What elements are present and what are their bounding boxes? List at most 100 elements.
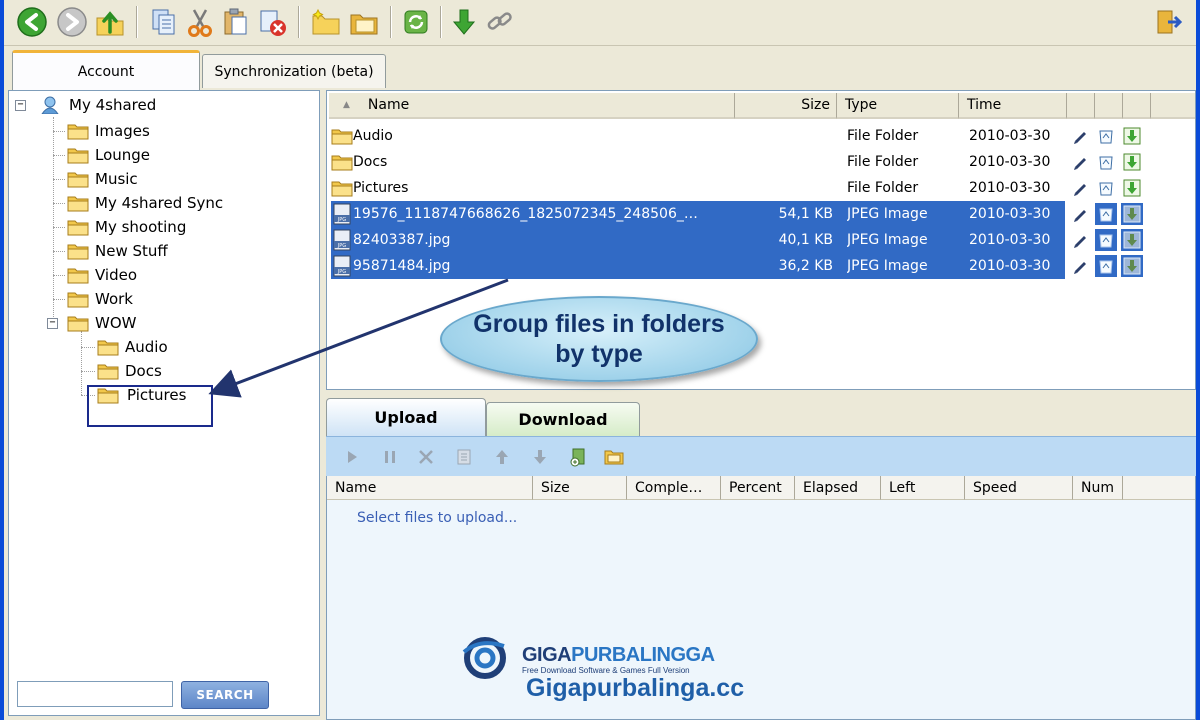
file-name-cell: JPG 82403387.jpg — [331, 227, 731, 253]
tree-item-music[interactable]: Music — [67, 168, 138, 190]
queue-header-num[interactable]: Num — [1073, 476, 1123, 500]
tree-item-my-shooting[interactable]: My shooting — [67, 216, 186, 238]
share-icon[interactable] — [1095, 125, 1117, 147]
queue-header-complete[interactable]: Comple… — [627, 476, 721, 500]
edit-pencil-icon[interactable] — [1069, 255, 1091, 277]
tree-item-my-4shared-sync[interactable]: My 4shared Sync — [67, 192, 223, 214]
tree-item-new-stuff[interactable]: New Stuff — [67, 240, 168, 262]
column-header-share[interactable] — [1095, 93, 1123, 119]
edit-pencil-icon[interactable] — [1069, 177, 1091, 199]
file-name-cell: Audio — [331, 123, 731, 149]
column-header-name[interactable]: ▲ Name — [329, 93, 735, 119]
tree-item-root[interactable]: My 4shared — [39, 94, 156, 116]
download-file-icon[interactable] — [1121, 255, 1143, 277]
queue-header-elapsed[interactable]: Elapsed — [795, 476, 881, 500]
forward-icon[interactable] — [54, 4, 90, 40]
remove-icon[interactable] — [414, 445, 438, 469]
new-folder-icon[interactable] — [308, 4, 344, 40]
folder-icon — [331, 155, 353, 171]
column-header-download[interactable] — [1123, 93, 1151, 119]
queue-header-name[interactable]: Name — [327, 476, 533, 500]
move-up-icon[interactable] — [490, 445, 514, 469]
queue-header-speed[interactable]: Speed — [965, 476, 1073, 500]
download-file-icon[interactable] — [1121, 151, 1143, 173]
tab-synchronization[interactable]: Synchronization (beta) — [202, 54, 386, 88]
tree-item-wow[interactable]: WOW — [67, 312, 136, 334]
tree-item-label: My shooting — [95, 218, 187, 236]
paste-icon[interactable] — [218, 4, 254, 40]
delete-icon[interactable] — [254, 4, 290, 40]
file-size: 36,2 KB — [778, 258, 833, 274]
column-header-time[interactable]: Time — [959, 93, 1067, 119]
tree-collapse-wow[interactable]: − — [47, 318, 58, 329]
file-type: JPEG Image — [847, 258, 928, 274]
column-header-edit[interactable] — [1067, 93, 1095, 119]
queue-toolbar — [326, 436, 1196, 476]
back-icon[interactable] — [14, 4, 50, 40]
open-folder-icon[interactable] — [346, 4, 382, 40]
selected-folder-highlight — [87, 385, 213, 427]
file-row[interactable]: JPG 95871484.jpg 36,2 KB JPEG Image 2010… — [331, 253, 1065, 279]
tree-item-images[interactable]: Images — [67, 120, 150, 142]
download-file-icon[interactable] — [1121, 177, 1143, 199]
tree-item-wow-audio[interactable]: Audio — [97, 336, 168, 358]
file-name: Pictures — [353, 180, 409, 196]
refresh-icon[interactable] — [398, 4, 434, 40]
tab-account[interactable]: Account — [12, 50, 200, 90]
download-icon[interactable] — [446, 4, 482, 40]
main-toolbar — [4, 0, 1196, 46]
edit-pencil-icon[interactable] — [1069, 229, 1091, 251]
column-header-label: Name — [367, 97, 410, 113]
share-icon[interactable] — [1095, 229, 1117, 251]
edit-pencil-icon[interactable] — [1069, 125, 1091, 147]
file-row[interactable]: Audio File Folder 2010-03-30 — [331, 123, 1065, 149]
clear-list-icon[interactable] — [452, 445, 476, 469]
tab-upload[interactable]: Upload — [326, 398, 486, 436]
pause-icon[interactable] — [378, 445, 402, 469]
share-icon[interactable] — [1095, 177, 1117, 199]
transfer-tabs: Upload Download — [326, 394, 1196, 436]
sort-ascending-icon: ▲ — [343, 100, 350, 110]
link-icon[interactable] — [482, 4, 518, 40]
up-folder-icon[interactable] — [92, 4, 128, 40]
file-row[interactable]: JPG 82403387.jpg 40,1 KB JPEG Image 2010… — [331, 227, 1065, 253]
tree-item-video[interactable]: Video — [67, 264, 137, 286]
download-file-icon[interactable] — [1121, 203, 1143, 225]
folder-icon — [67, 268, 89, 284]
tree-item-lounge[interactable]: Lounge — [67, 144, 150, 166]
watermark-url: Gigapurbalinga.cc — [526, 674, 745, 702]
edit-pencil-icon[interactable] — [1069, 203, 1091, 225]
move-down-icon[interactable] — [528, 445, 552, 469]
column-header-size[interactable]: Size — [735, 93, 837, 119]
tree-item-work[interactable]: Work — [67, 288, 133, 310]
download-file-icon[interactable] — [1121, 229, 1143, 251]
add-folder-icon[interactable] — [602, 445, 626, 469]
file-type: File Folder — [847, 154, 919, 170]
share-icon[interactable] — [1095, 203, 1117, 225]
file-row[interactable]: Docs File Folder 2010-03-30 — [331, 149, 1065, 175]
play-icon[interactable] — [340, 445, 364, 469]
column-header-type[interactable]: Type — [837, 93, 959, 119]
share-icon[interactable] — [1095, 255, 1117, 277]
tree-collapse-root[interactable]: − — [15, 100, 26, 111]
file-size — [737, 175, 833, 201]
share-icon[interactable] — [1095, 151, 1117, 173]
queue-header-percent[interactable]: Percent — [721, 476, 795, 500]
download-file-icon[interactable] — [1121, 125, 1143, 147]
tab-download[interactable]: Download — [486, 402, 640, 436]
exit-icon[interactable] — [1150, 4, 1186, 40]
queue-header-left[interactable]: Left — [881, 476, 965, 500]
add-files-icon[interactable] — [566, 445, 590, 469]
jpeg-file-icon: JPG — [333, 203, 351, 225]
tree-item-wow-docs[interactable]: Docs — [97, 360, 162, 382]
edit-pencil-icon[interactable] — [1069, 151, 1091, 173]
queue-header-size[interactable]: Size — [533, 476, 627, 500]
search-input[interactable] — [17, 681, 173, 707]
cut-icon[interactable] — [182, 4, 218, 40]
tab-account-label: Account — [77, 63, 135, 80]
search-button[interactable]: SEARCH — [181, 681, 269, 709]
copy-icon[interactable] — [146, 4, 182, 40]
file-row[interactable]: Pictures File Folder 2010-03-30 — [331, 175, 1065, 201]
folder-icon — [331, 129, 353, 145]
file-row[interactable]: JPG 19576_1118747668626_1825072345_24850… — [331, 201, 1065, 227]
